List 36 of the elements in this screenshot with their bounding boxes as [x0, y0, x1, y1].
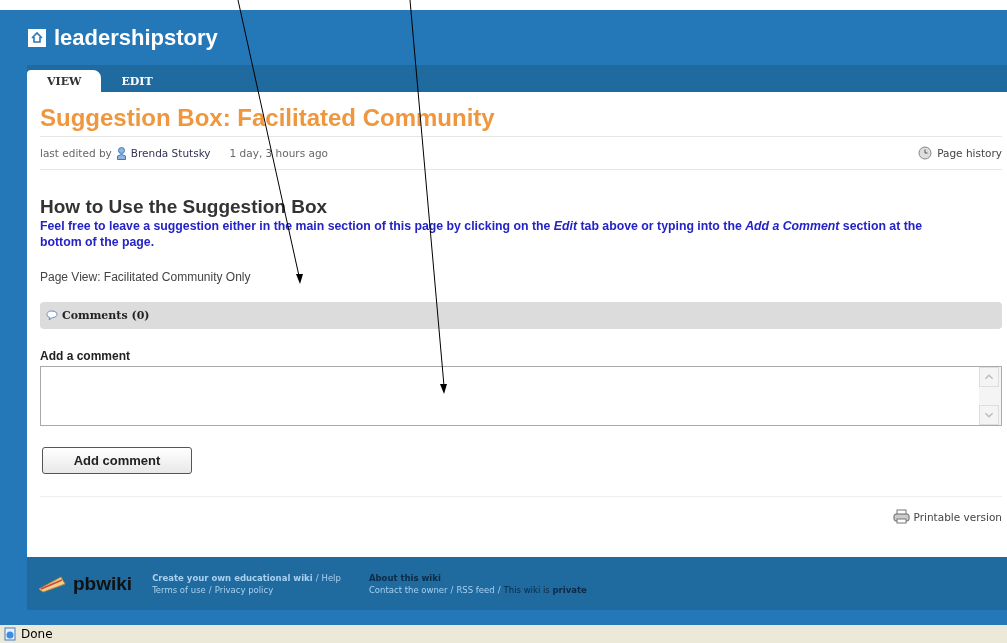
- footer-link[interactable]: Create your own educational wiki: [152, 572, 313, 583]
- separator: /: [208, 584, 212, 595]
- tab[interactable]: EDIT: [101, 70, 173, 92]
- page-icon: [3, 627, 17, 641]
- about-heading: About this wiki: [368, 572, 441, 583]
- comments-header: Comments (0): [62, 309, 150, 322]
- status-text: Done: [21, 627, 53, 641]
- footer-link[interactable]: Help: [321, 572, 341, 583]
- clock-icon: [918, 146, 933, 160]
- add-comment-button[interactable]: Add comment: [42, 447, 192, 474]
- page-history-link[interactable]: Page history: [937, 147, 1002, 159]
- printer-icon: [892, 509, 910, 524]
- privacy-text: This wiki is private: [503, 584, 587, 595]
- footer-link[interactable]: RSS feed: [456, 584, 495, 595]
- footer-link[interactable]: Terms of use: [152, 584, 206, 595]
- scroll-up-icon[interactable]: [979, 367, 999, 387]
- sandwich-icon: [37, 574, 67, 593]
- scroll-down-icon[interactable]: [979, 405, 999, 425]
- edited-label: last edited by: [40, 147, 112, 159]
- user-icon: [116, 146, 126, 160]
- printable-version-link[interactable]: Printable version: [913, 510, 1002, 523]
- site-title: leadershipstory: [54, 24, 218, 51]
- home-icon: [28, 28, 46, 47]
- tab[interactable]: VIEW: [27, 70, 102, 92]
- brand-logo: pbwiki: [73, 572, 133, 595]
- add-comment-label: Add a comment: [40, 349, 131, 363]
- comments-bar[interactable]: Comments (0): [40, 302, 1002, 329]
- footer-link[interactable]: Contact the owner: [368, 584, 448, 595]
- speech-bubble-icon: [46, 310, 58, 321]
- separator: /: [497, 584, 501, 595]
- editor-link[interactable]: Brenda Stutsky: [130, 147, 211, 159]
- separator: /: [450, 584, 454, 595]
- footer-link[interactable]: Privacy policy: [214, 584, 274, 595]
- page-view-note: Page View: Facilitated Community Only: [40, 270, 252, 284]
- separator: /: [315, 572, 319, 583]
- edited-time: 1 day, 3 hours ago: [229, 147, 328, 159]
